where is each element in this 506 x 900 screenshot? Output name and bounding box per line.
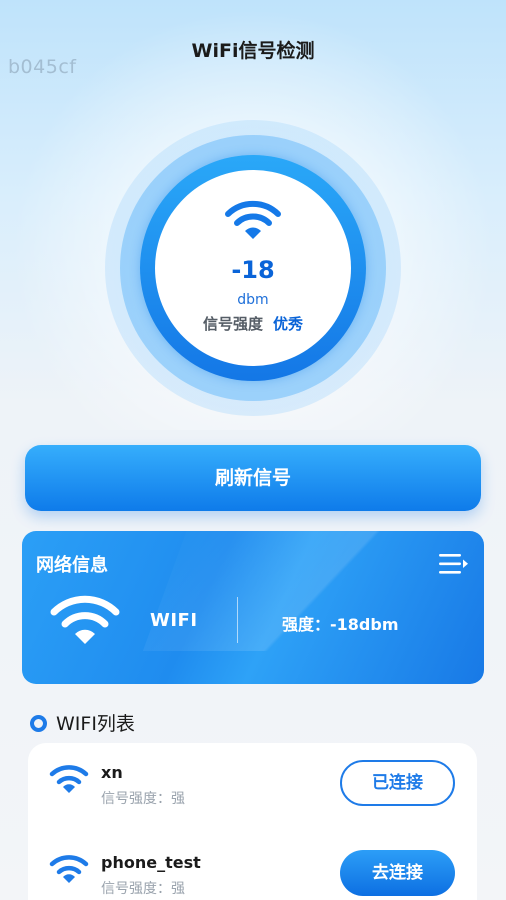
wifi-list-card: xn 信号强度：强 已连接 phone_test 信号强度：强 去连接	[28, 743, 477, 900]
wifi-name: xn	[101, 763, 123, 782]
list-item: phone_test 信号强度：强 去连接	[28, 833, 477, 900]
wifi-icon	[49, 765, 89, 793]
connected-button[interactable]: 已连接	[340, 760, 455, 806]
menu-list-icon[interactable]	[439, 553, 469, 575]
signal-strength-label: 信号强度	[202, 315, 263, 333]
network-name: WIFI	[150, 610, 198, 631]
wifi-strength: 信号强度：强	[101, 881, 185, 897]
network-info-card: 网络信息 WIFI 强度：-18dbm	[22, 531, 484, 684]
wifi-list-title: WIFI列表	[56, 713, 135, 735]
bullet-icon	[30, 715, 47, 732]
connect-button[interactable]: 去连接	[340, 850, 455, 896]
signal-unit: dbm	[237, 292, 269, 308]
signal-strength-line: 信号强度 优秀	[0, 313, 506, 334]
signal-value: -18	[231, 256, 275, 284]
list-item: xn 信号强度：强 已连接	[28, 743, 477, 823]
wifi-icon	[49, 855, 89, 883]
network-info-title: 网络信息	[36, 555, 108, 576]
signal-quality: 优秀	[273, 315, 304, 333]
wifi-strength: 信号强度：强	[101, 791, 185, 807]
wifi-list-heading: WIFI列表	[30, 709, 135, 736]
wifi-icon	[50, 595, 120, 644]
divider	[237, 597, 238, 643]
network-strength: 强度：-18dbm	[282, 615, 399, 634]
wifi-name: phone_test	[101, 853, 201, 872]
page-title: WiFi信号检测	[191, 40, 315, 62]
refresh-signal-button[interactable]: 刷新信号	[25, 445, 481, 511]
wifi-icon	[225, 200, 281, 239]
